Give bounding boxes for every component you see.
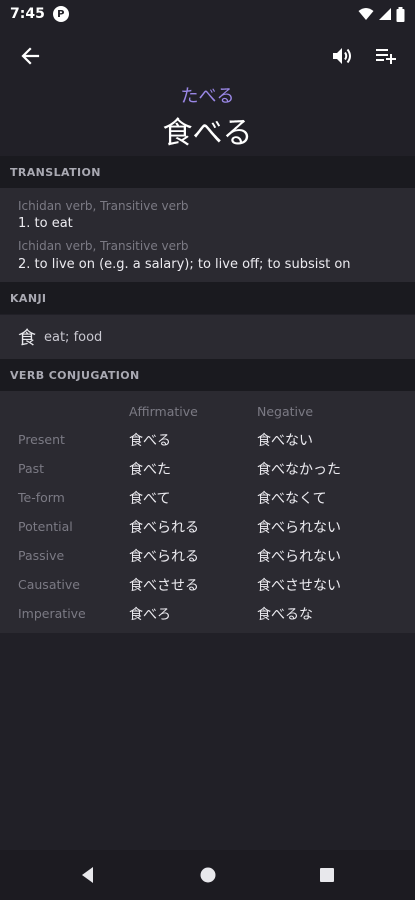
- playlist-add-icon: [376, 49, 396, 64]
- status-time: 7:45: [10, 6, 45, 22]
- kanji-character: 食: [18, 328, 36, 349]
- conjugation-row: Te-form 食べて 食べなくて: [0, 486, 415, 510]
- notification-icon: P: [52, 6, 69, 22]
- conjugation-negative: 食べなかった: [257, 462, 341, 478]
- nav-back-button[interactable]: [76, 863, 100, 887]
- home-circle-icon: [200, 867, 216, 883]
- conjugation-negative: 食べなくて: [257, 491, 327, 507]
- recents-square-icon: [320, 868, 334, 882]
- system-navigation-bar: [0, 850, 415, 900]
- conjugation-section-header: VERB CONJUGATION: [0, 359, 415, 391]
- sense-gloss: 1. to eat: [18, 216, 73, 231]
- conjugation-card: Affirmative Negative Present 食べる 食べない Pa…: [0, 391, 415, 633]
- conjugation-affirmative: 食べられる: [129, 549, 199, 565]
- conjugation-label: Imperative: [18, 606, 86, 621]
- kanji-meaning: eat; food: [44, 329, 103, 345]
- back-button[interactable]: [16, 42, 44, 70]
- conjugation-label: Te-form: [18, 490, 65, 505]
- conjugation-row: Imperative 食べろ 食べるな: [0, 602, 415, 626]
- conjugation-affirmative: 食べろ: [129, 607, 171, 623]
- sense-pos: Ichidan verb, Transitive verb: [18, 199, 189, 213]
- conjugation-affirmative: 食べる: [129, 433, 171, 449]
- nav-recents-button[interactable]: [315, 863, 339, 887]
- kanji-card[interactable]: 食 eat; food: [0, 315, 415, 359]
- sense-pos: Ichidan verb, Transitive verb: [18, 239, 189, 253]
- conjugation-header-row: Affirmative Negative: [0, 402, 415, 426]
- conjugation-row: Potential 食べられる 食べられない: [0, 515, 415, 539]
- conjugation-negative: 食べるな: [257, 607, 313, 623]
- conjugation-row: Causative 食べさせる 食べさせない: [0, 573, 415, 597]
- translation-section-header: TRANSLATION: [0, 156, 415, 188]
- conjugation-negative: 食べられない: [257, 520, 341, 536]
- status-bar: 7:45 P: [0, 0, 415, 28]
- conjugation-affirmative: 食べて: [129, 491, 171, 507]
- play-audio-button[interactable]: [329, 42, 357, 70]
- back-triangle-icon: [82, 867, 93, 883]
- kanji-row[interactable]: 食 eat; food: [0, 315, 415, 359]
- arrow-back-icon: [21, 47, 40, 65]
- conjugation-label: Potential: [18, 519, 73, 534]
- nav-home-button[interactable]: [196, 863, 220, 887]
- translation-card: Ichidan verb, Transitive verb 1. to eat …: [0, 188, 415, 282]
- app-bar: [0, 36, 415, 76]
- speaker-icon: [333, 48, 351, 64]
- conjugation-negative: 食べられない: [257, 549, 341, 565]
- conjugation-label: Past: [18, 461, 45, 476]
- conjugation-row: Past 食べた 食べなかった: [0, 457, 415, 481]
- add-to-list-button[interactable]: [372, 42, 400, 70]
- signal-icon: [379, 8, 391, 20]
- conjugation-affirmative: 食べた: [129, 462, 171, 478]
- conjugation-affirmative: 食べさせる: [129, 578, 199, 594]
- conjugation-label: Passive: [18, 548, 65, 563]
- kanji-section-header: KANJI: [0, 282, 415, 314]
- conjugation-negative: 食べない: [257, 433, 313, 449]
- battery-icon: [396, 6, 405, 22]
- wifi-icon: [358, 8, 374, 20]
- affirmative-header: Affirmative: [129, 404, 198, 419]
- negative-header: Negative: [257, 404, 314, 419]
- conjugation-negative: 食べさせない: [257, 578, 341, 594]
- conjugation-row: Present 食べる 食べない: [0, 428, 415, 452]
- status-icons: [358, 6, 405, 22]
- conjugation-affirmative: 食べられる: [129, 520, 199, 536]
- conjugation-row: Passive 食べられる 食べられない: [0, 544, 415, 568]
- conjugation-label: Causative: [18, 577, 80, 592]
- sense-gloss: 2. to live on (e.g. a salary); to live o…: [18, 257, 351, 272]
- conjugation-label: Present: [18, 432, 65, 447]
- entry-reading: たべる: [180, 86, 235, 107]
- entry-word: 食べる: [162, 116, 253, 151]
